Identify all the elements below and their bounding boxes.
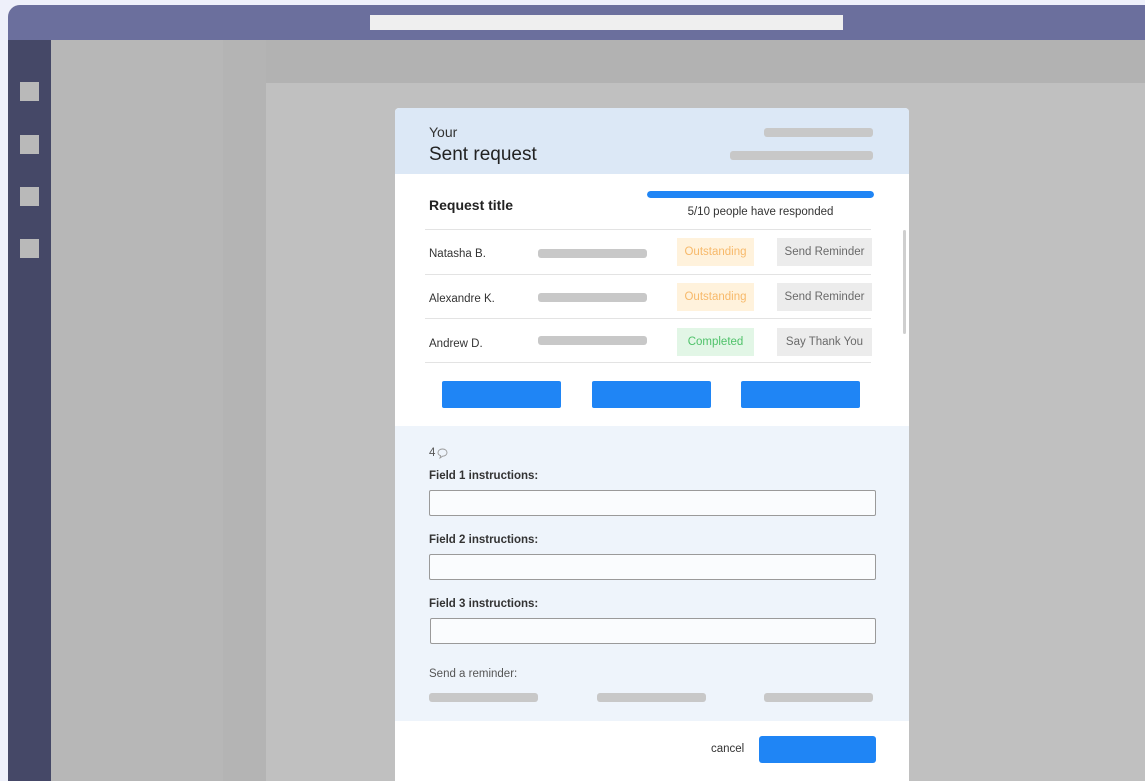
response-progress-fill <box>647 191 874 198</box>
recipient-name: Andrew D. <box>429 338 483 350</box>
card-header: Your Sent request <box>395 108 909 174</box>
reminder-option-placeholder[interactable] <box>764 693 873 702</box>
row-divider <box>425 274 871 275</box>
request-title: Request title <box>429 197 514 213</box>
field-1-label: Field 1 instructions: <box>429 470 539 482</box>
send-reminder-label: Send a reminder: <box>429 668 518 680</box>
header-title: Sent request <box>429 144 537 165</box>
send-reminder-button[interactable]: Send Reminder <box>777 238 872 266</box>
field-2-input[interactable] <box>429 554 876 580</box>
main-header-area <box>223 40 1145 83</box>
send-reminder-button[interactable]: Send Reminder <box>777 283 872 311</box>
reminder-option-placeholder[interactable] <box>597 693 706 702</box>
action-button-2[interactable] <box>592 381 711 408</box>
header-placeholder-line <box>764 128 873 137</box>
action-button-1[interactable] <box>442 381 561 408</box>
speech-bubble-icon <box>437 448 448 459</box>
list-scrollbar[interactable] <box>903 230 906 334</box>
sent-request-card: Your Sent request Request title 5/10 peo… <box>395 108 909 781</box>
status-badge: Outstanding <box>677 238 754 266</box>
app-rail <box>8 40 51 781</box>
row-divider <box>425 229 871 230</box>
status-badge: Completed <box>677 328 754 356</box>
field-2-label: Field 2 instructions: <box>429 534 539 546</box>
recipient-name: Alexandre K. <box>429 293 495 305</box>
main-left-gutter <box>223 40 266 781</box>
action-button-3[interactable] <box>741 381 860 408</box>
sidebar-panel <box>51 40 223 781</box>
response-progress-bar <box>647 191 874 198</box>
submit-button[interactable] <box>759 736 876 763</box>
header-subtitle: Your <box>429 124 458 140</box>
row-divider <box>425 318 871 319</box>
rail-app-icon[interactable] <box>20 82 39 101</box>
say-thank-you-button[interactable]: Say Thank You <box>777 328 872 356</box>
status-badge: Outstanding <box>677 283 754 311</box>
rail-app-icon[interactable] <box>20 239 39 258</box>
row-placeholder-line <box>538 293 647 302</box>
title-bar <box>8 5 1145 40</box>
rail-app-icon[interactable] <box>20 187 39 206</box>
field-1-input[interactable] <box>429 490 876 516</box>
search-bar-placeholder[interactable] <box>370 15 843 30</box>
comment-count-value: 4 <box>429 447 436 459</box>
row-placeholder-line <box>538 249 647 258</box>
row-placeholder-line <box>538 336 647 345</box>
rail-app-icon[interactable] <box>20 135 39 154</box>
responded-count-text: 5/10 people have responded <box>687 206 834 218</box>
reminder-option-placeholder[interactable] <box>429 693 538 702</box>
header-placeholder-line <box>730 151 873 160</box>
comment-count[interactable]: 4 <box>429 447 448 459</box>
field-3-label: Field 3 instructions: <box>429 598 539 610</box>
field-3-input[interactable] <box>430 618 876 644</box>
row-divider <box>425 362 871 363</box>
recipient-name: Natasha B. <box>429 248 486 260</box>
cancel-button[interactable]: cancel <box>711 743 744 755</box>
